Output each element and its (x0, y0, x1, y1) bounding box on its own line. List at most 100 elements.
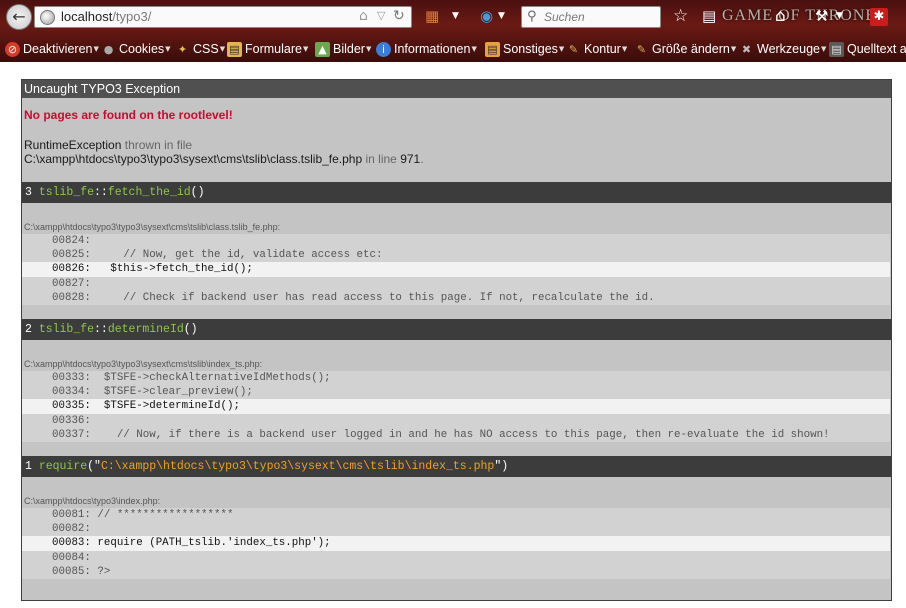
exception-location: C:\xampp\htdocs\typo3\typo3\sysext\cms\t… (24, 152, 424, 166)
code-line: 00337: // Now, if there is a backend use… (22, 428, 890, 442)
search-input[interactable] (544, 9, 656, 25)
reload-icon[interactable]: ↻ (393, 8, 405, 24)
dropdown-arrow-icon[interactable]: ▽ (377, 9, 385, 22)
frame-args-close: ) (197, 186, 205, 199)
frame-args-close: ") (494, 460, 509, 473)
bookmark-item-css[interactable]: ✦ CSS ▼ (175, 40, 225, 58)
form-icon: ▤ (227, 41, 242, 57)
frame-function: determineId (107, 323, 184, 336)
addon-red-icon[interactable]: ✱ (870, 8, 888, 26)
line-code: $TSFE->determineId(); (97, 400, 240, 413)
bookmark-item-bilder[interactable]: ▲ Bilder ▼ (315, 40, 371, 58)
bookmark-item-sonstiges[interactable]: ▤ Sonstiges ▼ (485, 40, 564, 58)
bookmark-label: Kontur (584, 42, 621, 56)
frame-class: tslib_fe (38, 186, 95, 199)
code-line: 00082: (22, 522, 890, 536)
chevron-down-icon: ▼ (165, 45, 171, 53)
chevron-down-icon: ▼ (821, 45, 827, 53)
speed-dial-dropdown-icon[interactable]: ▼ (498, 7, 505, 25)
chevron-down-icon: ▼ (93, 45, 99, 53)
chevron-down-icon: ▼ (302, 45, 309, 53)
address-bar[interactable]: localhost/typo3/ ⌂ ▽ ↻ (34, 6, 412, 28)
addon-dropdown-icon[interactable]: ▼ (452, 7, 459, 25)
speed-dial-icon[interactable]: ◉ (480, 7, 493, 25)
line-number: 00826: (52, 263, 91, 276)
bookmark-label: Quelltext an (847, 42, 906, 56)
browser-chrome: ← localhost/typo3/ ⌂ ▽ ↻ ▦ ▼ ◉ ▼ ⚲ ☆ ▤ G… (0, 0, 906, 62)
resize-icon: ✎ (636, 42, 647, 56)
frame-args-open: ( (190, 186, 198, 199)
page-content: Uncaught TYPO3 Exception No pages are fo… (0, 62, 906, 608)
code-line: 00827: (22, 277, 890, 291)
code-snippet: 00081: // ****************** 00082: 0008… (22, 508, 890, 579)
frame-args-open: (" (87, 460, 101, 473)
exception-line-number: 971 (400, 152, 421, 166)
back-arrow-icon[interactable]: ← (6, 4, 32, 30)
source-icon: ▤ (829, 41, 844, 57)
stack-frame-header: 2 tslib_fe::determineId() (22, 319, 891, 340)
bookmark-item-deaktivieren[interactable]: ⊘ Deaktivieren ▼ (5, 40, 99, 58)
exception-file: C:\xampp\htdocs\typo3\typo3\sysext\cms\t… (24, 152, 363, 166)
search-box[interactable]: ⚲ (521, 6, 661, 28)
pencil-icon: ✎ (568, 42, 579, 56)
stack-frame-header: 3 tslib_fe::fetch_the_id() (22, 182, 891, 203)
in-line-text: in line (365, 152, 397, 166)
code-line-highlighted: 00335: $TSFE->determineId(); (22, 399, 890, 414)
bookmark-item-kontur[interactable]: ✎ Kontur ▼ (566, 40, 627, 58)
code-snippet: 00824: 00825: // Now, get the id, valida… (22, 234, 890, 305)
line-number: 00824: (52, 235, 91, 247)
line-number: 00334: (52, 386, 91, 399)
line-number: 00336: (52, 414, 91, 427)
line-code: // ****************** (97, 509, 234, 521)
bookmark-label: Sonstiges (503, 42, 558, 56)
line-number: 00333: (52, 372, 91, 384)
bookmarks-list-icon[interactable]: ▤ (702, 7, 716, 25)
bookmark-star-icon[interactable]: ☆ (673, 7, 688, 25)
line-number: 00337: (52, 428, 91, 441)
bookmark-label: Informationen (394, 42, 471, 56)
line-number: 00081: (52, 509, 91, 521)
chevron-down-icon: ▼ (621, 45, 628, 53)
bookmark-item-cookies[interactable]: ● Cookies ▼ (101, 40, 171, 58)
exception-message: No pages are found on the rootlevel! (24, 108, 233, 122)
frame-number: 2 (25, 323, 32, 336)
bookmark-label: Formulare (245, 42, 302, 56)
bookmark-item-groesse-aendern[interactable]: ✎ Größe ändern ▼ (634, 40, 736, 58)
cookie-icon: ● (103, 42, 114, 56)
bookmark-label: CSS (193, 42, 219, 56)
bookmark-item-quelltext[interactable]: ▤Quelltext an (829, 40, 906, 58)
exception-panel: Uncaught TYPO3 Exception No pages are fo… (21, 79, 892, 601)
tools-dropdown-icon[interactable]: ▼ (836, 7, 843, 25)
code-snippet: 00333: $TSFE->checkAlternativeIdMethods(… (22, 371, 890, 442)
home-icon[interactable]: ⌂ (775, 7, 786, 25)
line-number: 00335: (52, 400, 91, 413)
bookmark-item-formulare[interactable]: ▤ Formulare ▼ (227, 40, 308, 58)
bookmarks-toolbar: ⊘ Deaktivieren ▼ ● Cookies ▼ ✦ CSS ▼ ▤ Formular… (0, 36, 906, 60)
exception-class: RuntimeException (24, 138, 122, 152)
line-code: ?> (97, 565, 111, 578)
code-line: 00084: (22, 551, 890, 565)
line-code: $this->fetch_the_id(); (97, 263, 253, 276)
tools-icon: ✖ (741, 42, 752, 56)
code-line: 00333: $TSFE->checkAlternativeIdMethods(… (22, 371, 890, 385)
line-code: // Now, get the id, validate access etc: (97, 249, 383, 262)
line-code: // Check if backend user has read access… (97, 291, 655, 304)
page-home-icon[interactable]: ⌂ (359, 8, 368, 24)
no-entry-icon: ⊘ (5, 41, 20, 57)
bookmark-item-werkzeuge[interactable]: ✖ Werkzeuge ▼ (739, 40, 827, 58)
bookmark-item-informationen[interactable]: i Informationen ▼ (376, 40, 477, 58)
frame-function: require (38, 460, 88, 473)
image-icon: ▲ (315, 41, 330, 57)
misc-icon: ▤ (485, 41, 500, 57)
line-number: 00084: (52, 551, 91, 564)
code-line: 00334: $TSFE->clear_preview(); (22, 385, 890, 399)
url-text[interactable]: localhost/typo3/ (61, 9, 151, 24)
css-wand-icon: ✦ (177, 42, 188, 56)
line-number: 00827: (52, 277, 91, 290)
exception-class-line: RuntimeException thrown in file (24, 138, 192, 152)
line-code: require (PATH_tslib.'index_ts.php'); (97, 537, 331, 550)
addon-icon[interactable]: ▦ (425, 7, 439, 25)
tools-icon[interactable]: ⚒ (815, 7, 828, 25)
search-icon: ⚲ (527, 9, 537, 24)
line-code: // Now, if there is a backend user logge… (97, 428, 830, 441)
